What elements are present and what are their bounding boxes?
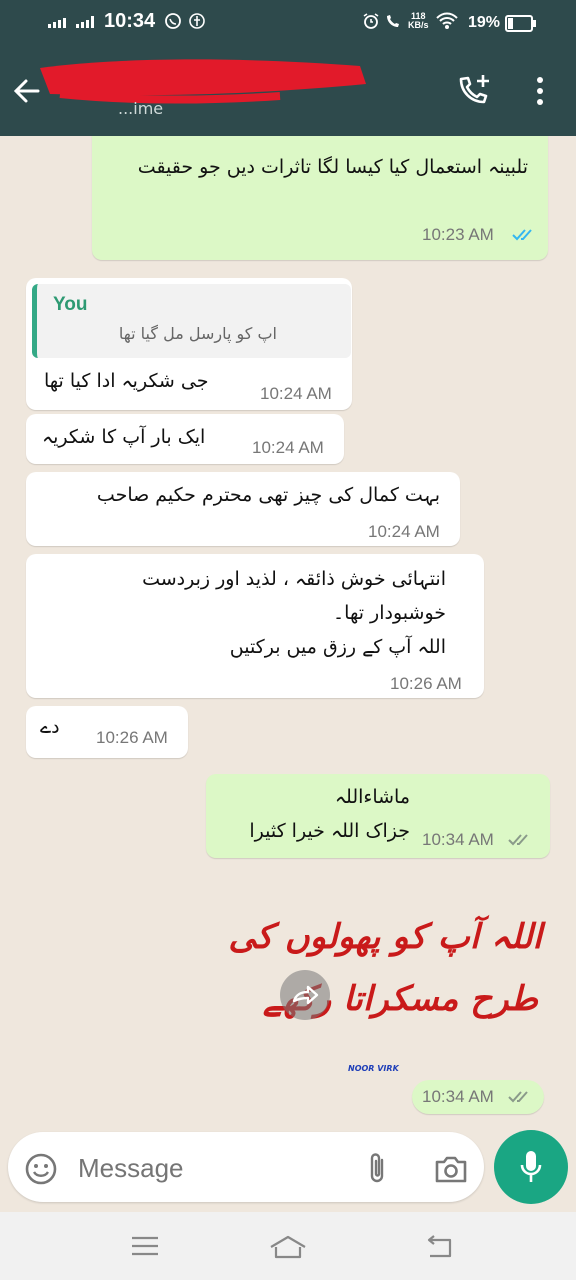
quoted-author: You: [53, 294, 88, 315]
message-text: تلبینہ استعمال کیا کیسا لگا تاثرات دیں ج…: [137, 156, 528, 178]
signal-icon: [76, 14, 94, 28]
sticker-message[interactable]: اللہ آپ کو پھولوں کی طرح مسکراتا رکھے NO…: [228, 906, 576, 1086]
delivered-receipt-icon: [508, 834, 528, 846]
add-call-icon[interactable]: [456, 72, 492, 108]
system-navigation-bar: [0, 1212, 576, 1280]
emoji-icon[interactable]: [24, 1152, 58, 1186]
usb-icon: [189, 13, 205, 29]
read-receipt-icon: [512, 229, 532, 241]
message-bubble-incoming[interactable]: انتہائی خوش ذائقہ ، لذید اور زبردست خوشب…: [26, 554, 484, 698]
message-bubble-outgoing[interactable]: ماشاءاللہ جزاک اللہ خیرا کثیرا 10:34 AM: [206, 774, 550, 858]
forward-icon: [292, 985, 319, 1005]
chat-area[interactable]: تلبینہ استعمال کیا کیسا لگا تاثرات دیں ج…: [0, 136, 576, 1128]
message-text: انتہائی خوش ذائقہ ، لذید اور زبردست خوشب…: [142, 568, 446, 658]
whatsapp-icon: [165, 13, 181, 29]
message-time: 10:26 AM: [96, 728, 168, 747]
message-time: 10:26 AM: [390, 674, 462, 693]
wifi-calling-icon: [387, 15, 399, 27]
alarm-icon: [363, 13, 379, 29]
menu-icon[interactable]: [130, 1234, 160, 1258]
message-bubble-outgoing[interactable]: تلبینہ استعمال کیا کیسا لگا تاثرات دیں ج…: [92, 136, 548, 260]
home-icon[interactable]: [268, 1234, 308, 1260]
status-time: 10:34: [104, 10, 156, 32]
attach-icon[interactable]: [364, 1150, 390, 1186]
message-time: 10:24 AM: [260, 384, 332, 403]
message-text: ایک بار آپ کا شکریہ: [42, 426, 206, 448]
sticker-signature: NOOR VIRK: [348, 1064, 399, 1073]
quoted-text: اپ کو پارسل مل گیا تھا: [118, 324, 277, 343]
message-bubble-incoming[interactable]: ایک بار آپ کا شکریہ 10:24 AM: [26, 414, 344, 464]
chat-header: ...ime: [0, 44, 576, 136]
message-text: جی شکریہ ادا کیا تھا: [44, 370, 209, 392]
sticker-text-line1: اللہ آپ کو پھولوں کی: [228, 917, 542, 957]
message-text: بہت کمال کی چیز تھی محترم حکیم صاحب: [96, 484, 440, 506]
quoted-reply[interactable]: You اپ کو پارسل مل گیا تھا: [32, 284, 351, 358]
message-composer: [8, 1132, 484, 1202]
message-time: 10:34 AM: [422, 830, 494, 849]
message-time: 10:24 AM: [252, 438, 324, 457]
battery-percent: 19%: [468, 14, 501, 31]
camera-icon[interactable]: [434, 1154, 468, 1184]
message-time: 10:23 AM: [422, 225, 494, 244]
message-input[interactable]: [76, 1148, 340, 1188]
back-nav-icon[interactable]: [424, 1234, 454, 1260]
status-bar: 10:34 118 KB/s 19%: [0, 0, 576, 44]
message-time: 10:34 AM: [422, 1087, 494, 1106]
message-text: ماشاءاللہ جزاک اللہ خیرا کثیرا: [249, 786, 410, 842]
forward-button[interactable]: [280, 970, 330, 1020]
message-bubble-incoming[interactable]: دے 10:26 AM: [26, 706, 188, 758]
message-time: 10:24 AM: [368, 522, 440, 541]
voice-record-button[interactable]: [494, 1130, 568, 1204]
message-text: دے: [40, 716, 60, 738]
redacted-contact-name: [40, 59, 366, 104]
contact-status[interactable]: ...ime: [118, 99, 163, 118]
message-bubble-incoming[interactable]: بہت کمال کی چیز تھی محترم حکیم صاحب 10:2…: [26, 472, 460, 546]
battery-icon: [505, 15, 536, 32]
microphone-icon: [520, 1151, 542, 1182]
sticker-time-pill: 10:34 AM: [412, 1080, 544, 1114]
wifi-icon: [436, 12, 458, 29]
delivered-receipt-icon: [508, 1091, 528, 1103]
signal-icon: [48, 14, 66, 28]
network-speed: 118 KB/s: [408, 11, 429, 30]
more-options-icon[interactable]: [530, 74, 550, 108]
